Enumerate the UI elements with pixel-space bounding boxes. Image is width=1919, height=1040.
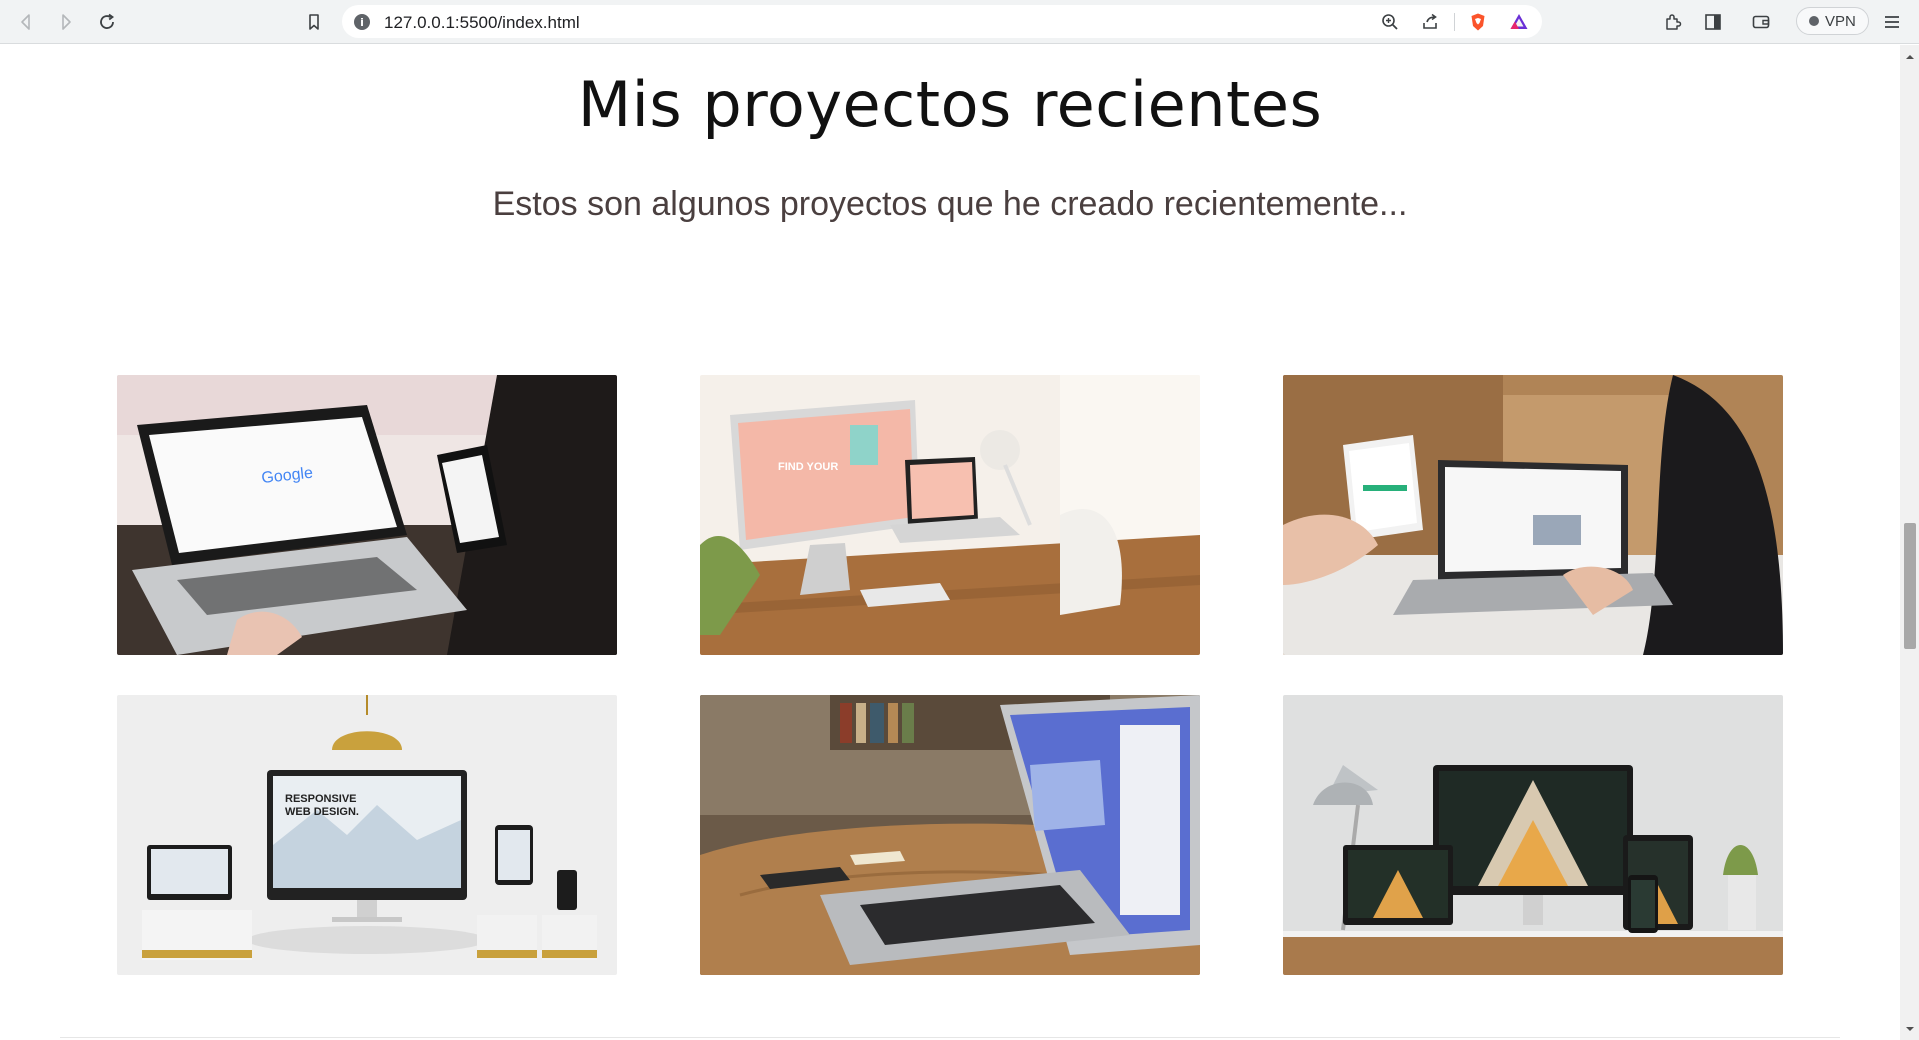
scroll-up-arrow[interactable] xyxy=(1904,51,1915,62)
bookmark-button[interactable] xyxy=(300,8,328,36)
project-card-4[interactable]: RESPONSIVE WEB DESIGN. xyxy=(117,695,617,975)
bookmark-icon xyxy=(309,14,319,30)
vpn-label: VPN xyxy=(1825,12,1856,30)
laptop-google-search-photo: Google xyxy=(117,375,617,655)
project-card-2[interactable]: FIND YOUR xyxy=(700,375,1200,655)
brave-rewards-button[interactable] xyxy=(1507,10,1531,34)
hands-phone-laptop-photo xyxy=(1283,375,1783,655)
chevron-down-icon xyxy=(1905,1026,1914,1031)
share-icon xyxy=(1423,13,1437,29)
page-title: Mis proyectos recientes xyxy=(577,68,1323,141)
project-card-5[interactable] xyxy=(700,695,1200,975)
chevron-up-icon xyxy=(1905,54,1914,59)
architect-studio-devices-photo xyxy=(1283,695,1783,975)
scrollbar-thumb[interactable] xyxy=(1904,523,1916,649)
scroll-down-arrow[interactable] xyxy=(1904,1023,1915,1034)
url-text[interactable]: 127.0.0.1:5500/index.html xyxy=(384,13,580,33)
brave-rewards-icon xyxy=(1510,14,1528,29)
page-scrollbar[interactable] xyxy=(1900,45,1919,1040)
page-viewport: Mis proyectos recientes Estos son alguno… xyxy=(0,45,1900,1040)
forward-arrow-icon xyxy=(62,14,71,30)
project-card-3[interactable] xyxy=(1283,375,1783,655)
browser-toolbar: i 127.0.0.1:5500/index.html VPN xyxy=(0,0,1919,44)
share-button[interactable] xyxy=(1418,10,1442,34)
brave-shields-button[interactable] xyxy=(1466,10,1490,34)
zoom-button[interactable] xyxy=(1378,10,1402,34)
wallet-icon xyxy=(1752,15,1770,29)
forward-button[interactable] xyxy=(52,8,80,36)
projects-grid: Google FIND YOUR RESPONSIVE WEB DESIGN. xyxy=(117,375,1783,975)
menu-icon xyxy=(1885,16,1899,28)
reload-button[interactable] xyxy=(93,8,121,36)
macbook-wooden-table-photo xyxy=(700,695,1200,975)
zoom-icon xyxy=(1382,14,1398,30)
extensions-icon xyxy=(1666,14,1682,30)
menu-button[interactable] xyxy=(1878,8,1906,36)
section-divider xyxy=(60,1037,1840,1038)
page-subtitle: Estos son algunos proyectos que he cread… xyxy=(492,185,1408,223)
imac-desk-creativity-photo: FIND YOUR xyxy=(700,375,1200,655)
wallet-button[interactable] xyxy=(1747,8,1775,36)
svg-text:FIND YOUR: FIND YOUR xyxy=(778,461,838,473)
sidebar-icon xyxy=(1705,14,1721,30)
extensions-button[interactable] xyxy=(1659,8,1687,36)
vpn-button[interactable]: VPN xyxy=(1796,7,1869,35)
reload-icon xyxy=(100,13,115,29)
project-card-1[interactable]: Google xyxy=(117,375,617,655)
project-card-6[interactable] xyxy=(1283,695,1783,975)
sidebar-button[interactable] xyxy=(1699,8,1727,36)
vpn-status-icon xyxy=(1809,16,1819,26)
svg-text:WEB DESIGN.: WEB DESIGN. xyxy=(285,806,359,818)
address-bar[interactable]: i 127.0.0.1:5500/index.html xyxy=(342,5,1542,38)
responsive-web-design-devices-photo: RESPONSIVE WEB DESIGN. xyxy=(117,695,617,975)
back-arrow-icon xyxy=(21,14,30,30)
address-bar-divider xyxy=(1454,13,1455,31)
svg-text:RESPONSIVE: RESPONSIVE xyxy=(285,793,357,805)
back-button[interactable] xyxy=(12,8,40,36)
brave-shield-icon xyxy=(1471,13,1485,31)
site-info-icon[interactable]: i xyxy=(354,14,370,30)
